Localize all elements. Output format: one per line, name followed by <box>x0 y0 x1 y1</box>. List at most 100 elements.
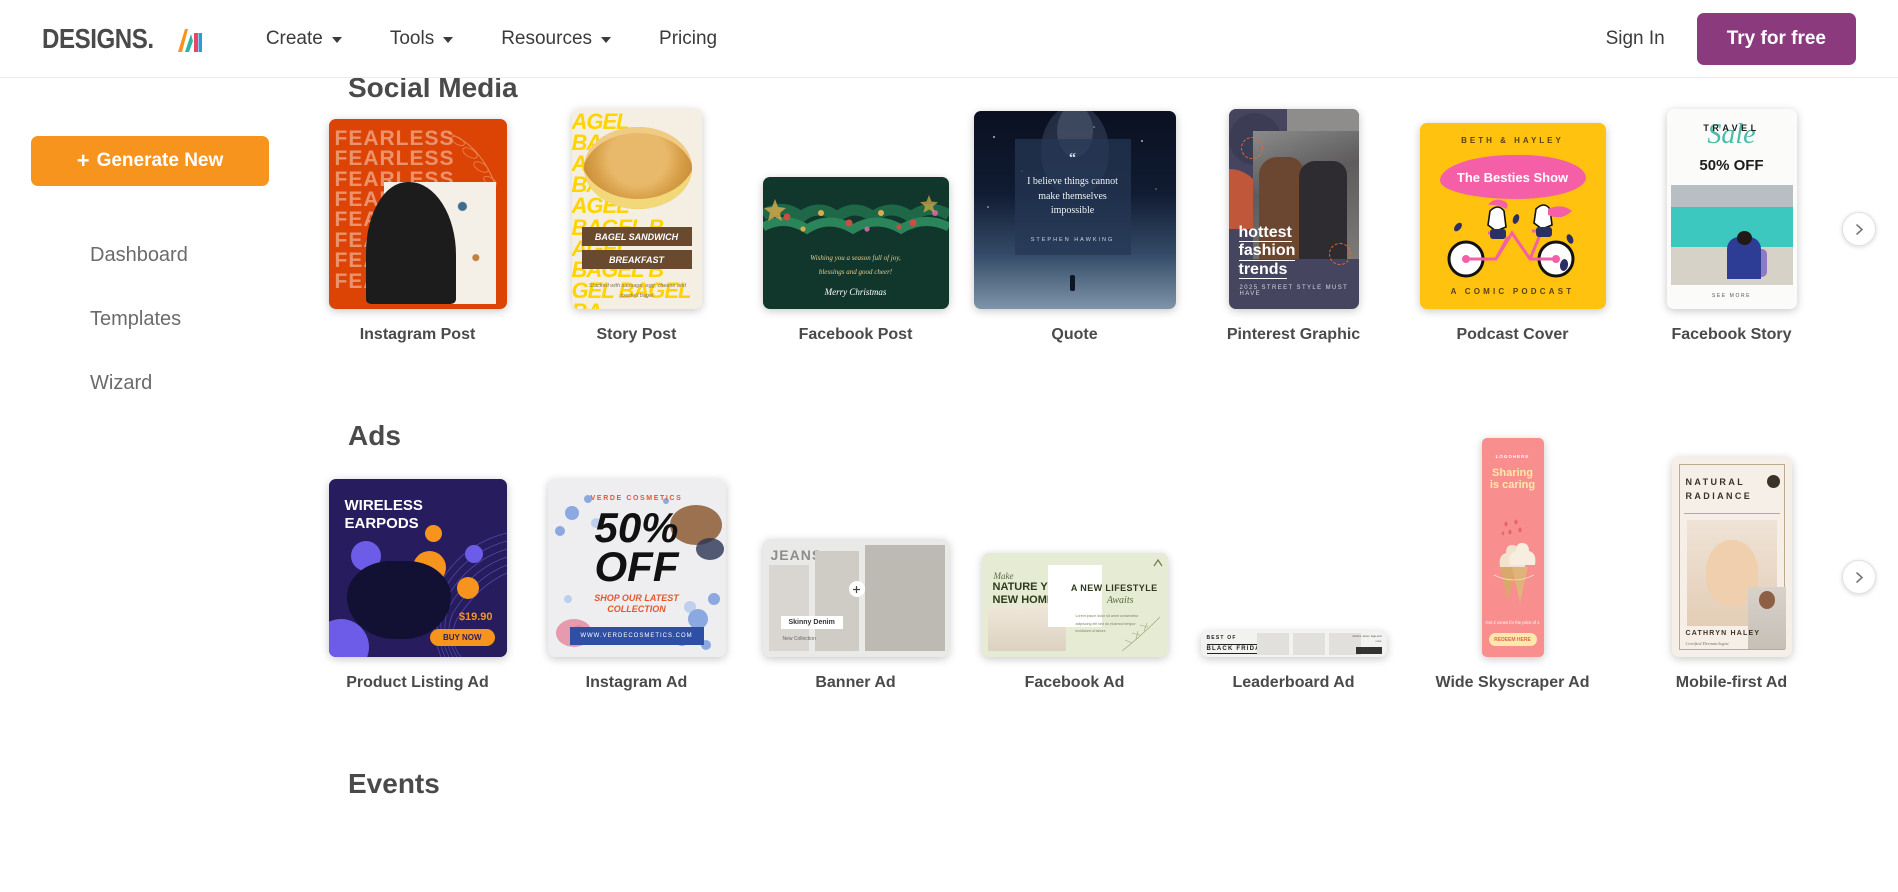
leaderboard-cta-button <box>1355 647 1382 654</box>
quote-author: STEPHEN HAWKING <box>1030 237 1115 243</box>
product-cell-2 <box>1292 633 1325 655</box>
tandem-bicycle-illustration <box>1447 199 1574 278</box>
template-card-mobile-first-ad[interactable]: NATURAL RADIANCE CATHRYN HALEY Certified … <box>1622 457 1841 692</box>
leaderboard-copy: Clothes, shoes, bags and more <box>1352 635 1382 644</box>
banner-tag: Skinny Denim <box>780 616 843 629</box>
quote-panel: “ I believe things cannot make themselve… <box>1014 139 1131 255</box>
fba-awaits-script: Awaits <box>1106 595 1134 606</box>
carousel-social-media: FEARLESS FEARLESSFEARLESSFEARLESS FEARLE… <box>300 109 1898 376</box>
template-card-leaderboard-ad[interactable]: BEST OF BLACK FRIDAY Clothes, shoes, bag… <box>1184 631 1403 692</box>
product-headline: WIRELESS EARPODS <box>344 497 423 532</box>
discount-headline: 50% OFF <box>594 504 679 590</box>
nav-item-resources[interactable]: Resources <box>501 28 612 50</box>
thumbnail-facebook-story: Sale TRAVEL 50% OFF SEE MORE <box>1666 109 1797 309</box>
thumbnail-facebook-ad: Make NATURE YOUR NEW HOME A NEW LIFESTYLE… <box>981 553 1168 657</box>
template-card-instagram-ad[interactable]: VERDE COSMETICS 50% OFF SHOP OUR LATEST CO… <box>527 479 746 692</box>
card-label: Leaderboard Ad <box>1232 674 1355 691</box>
greeting-text: Wishing you a season full of joy, blessi… <box>810 254 901 276</box>
chevron-right-icon <box>1855 571 1863 583</box>
template-card-instagram-post[interactable]: FEARLESS FEARLESSFEARLESSFEARLESS FEARLE… <box>308 119 527 344</box>
podcast-tagline: A COMIC PODCAST <box>1450 287 1575 296</box>
card-label: Facebook Ad <box>1024 674 1125 691</box>
branch-decoration-icon <box>1121 616 1160 652</box>
logo-wordmark: DESIGNS. <box>42 22 154 54</box>
banner-subtext: New Collection <box>782 636 816 642</box>
bagel-title-2: BREAKFAST <box>581 250 692 269</box>
brand-circle-icon <box>1766 475 1780 488</box>
card-label: Product Listing Ad <box>346 674 489 691</box>
nav-item-create[interactable]: Create <box>266 28 342 50</box>
card-label: Instagram Ad <box>585 674 688 691</box>
pinterest-headline: hottest fashion trends <box>1238 224 1296 279</box>
model-name: CATHRYN HALEY <box>1685 630 1761 637</box>
card-label: Story Post <box>596 326 677 343</box>
card-label: Wide Skyscraper Ad <box>1435 674 1590 691</box>
portrait-photo <box>365 182 496 304</box>
card-list-ads: WIRELESS EARPODS $19.90 BUY NOW Product L… <box>300 438 1898 692</box>
bagel-sandwich-photo <box>583 127 692 209</box>
fba-right-headline: A NEW LIFESTYLE <box>1070 583 1158 593</box>
card-label: Quote <box>1051 326 1098 343</box>
template-card-quote[interactable]: “ I believe things cannot make themselve… <box>965 111 1184 344</box>
ice-cream-illustration <box>1493 519 1535 603</box>
quote-text: I believe things cannot make themselves … <box>1027 176 1118 216</box>
sign-in-link[interactable]: Sign In <box>1606 28 1665 50</box>
bagel-body-text: Stacked with sausage, egg, cheese and to… <box>588 283 687 299</box>
brand-name: VERDE COSMETICS <box>590 495 683 502</box>
thumbnail-podcast-cover: BETH & HAYLEY The Besties Show A COMIC P… <box>1419 123 1606 309</box>
product-cell-1 <box>1256 633 1289 655</box>
card-label: Instagram Post <box>359 326 476 343</box>
nav-item-pricing[interactable]: Pricing <box>659 28 717 50</box>
travel-photo <box>1670 185 1793 285</box>
template-card-product-listing-ad[interactable]: WIRELESS EARPODS $19.90 BUY NOW Product L… <box>308 479 527 692</box>
sidebar-nav: Dashboard Templates Wizard <box>0 244 300 395</box>
card-list-social-media: FEARLESS FEARLESSFEARLESSFEARLESS FEARLE… <box>300 109 1898 344</box>
person-silhouette <box>1069 275 1075 291</box>
secondary-model-photo <box>1747 587 1786 649</box>
thumbnail-mobile-first-ad: NATURAL RADIANCE CATHRYN HALEY Certified … <box>1671 457 1792 657</box>
designs-ai-logo[interactable]: DESIGNS. <box>42 23 204 55</box>
top-header: DESIGNS. Create Tools Resources Pricing <box>0 0 1898 78</box>
chevron-down-icon <box>331 37 342 43</box>
card-label: Podcast Cover <box>1456 326 1569 343</box>
main-nav: Create Tools Resources Pricing <box>266 28 717 50</box>
template-card-banner-ad[interactable]: JEANS Skinny Denim New Collection Banner… <box>746 539 965 692</box>
carousel-next-ads[interactable] <box>1842 560 1876 594</box>
generate-new-button[interactable]: + Generate New <box>31 136 269 186</box>
header-actions: Sign In Try for free <box>1606 12 1856 65</box>
skyscraper-logo-text: LOGOHERE <box>1495 454 1530 459</box>
model-panel-mid <box>814 551 859 651</box>
thumbnail-banner-ad: JEANS Skinny Denim New Collection <box>762 539 949 657</box>
template-card-facebook-post[interactable]: Wishing you a season full of joy, blessi… <box>746 177 965 344</box>
template-card-facebook-ad[interactable]: Make NATURE YOUR NEW HOME A NEW LIFESTYLE… <box>965 553 1184 692</box>
stamp-decoration-2 <box>1328 243 1351 265</box>
chevron-right-icon <box>1855 223 1863 235</box>
template-card-podcast-cover[interactable]: BETH & HAYLEY The Besties Show A COMIC P… <box>1403 123 1622 344</box>
nav-label: Pricing <box>659 27 718 49</box>
template-card-pinterest-graphic[interactable]: hottest fashion trends 2025 STREET STYLE… <box>1184 109 1403 344</box>
nav-label: Tools <box>389 27 435 49</box>
sidebar-item-templates[interactable]: Templates <box>0 308 300 331</box>
merry-christmas-text: Merry Christmas <box>824 287 887 297</box>
card-label: Mobile-first Ad <box>1675 674 1788 691</box>
mobile-ad-headline: NATURAL RADIANCE <box>1685 477 1753 502</box>
see-more-text: SEE MORE <box>1711 293 1752 299</box>
sidebar-item-dashboard[interactable]: Dashboard <box>0 244 300 267</box>
carousel-next-social-media[interactable] <box>1842 212 1876 246</box>
model-role: Certified Dermatologist <box>1685 641 1729 646</box>
nav-item-tools[interactable]: Tools <box>389 27 454 50</box>
try-for-free-button[interactable]: Try for free <box>1696 12 1856 65</box>
travel-text: TRAVEL <box>1703 123 1760 133</box>
podcast-title: The Besties Show <box>1456 169 1569 185</box>
hiker-head-shape <box>1736 231 1752 245</box>
sidebar-item-wizard[interactable]: Wizard <box>0 372 300 395</box>
card-label: Facebook Post <box>798 326 913 343</box>
template-card-facebook-story[interactable]: Sale TRAVEL 50% OFF SEE MORE Facebook St… <box>1622 109 1841 344</box>
discount-text: 50% OFF <box>1699 157 1764 174</box>
template-card-wide-skyscraper-ad[interactable]: LOGOHERE Sharing is caring Get 2 cones f… <box>1403 438 1622 692</box>
leaderboard-line-1: BEST OF <box>1206 635 1237 641</box>
divider-rule <box>1683 513 1780 514</box>
card-label: Facebook Story <box>1671 326 1792 343</box>
website-url-bar: WWW.VERDECOSMETICS.COM <box>569 627 704 645</box>
template-card-story-post[interactable]: AGEL BAGEL BAGEL BAGEL BAGEL BAGEL B AGE… <box>527 109 746 344</box>
